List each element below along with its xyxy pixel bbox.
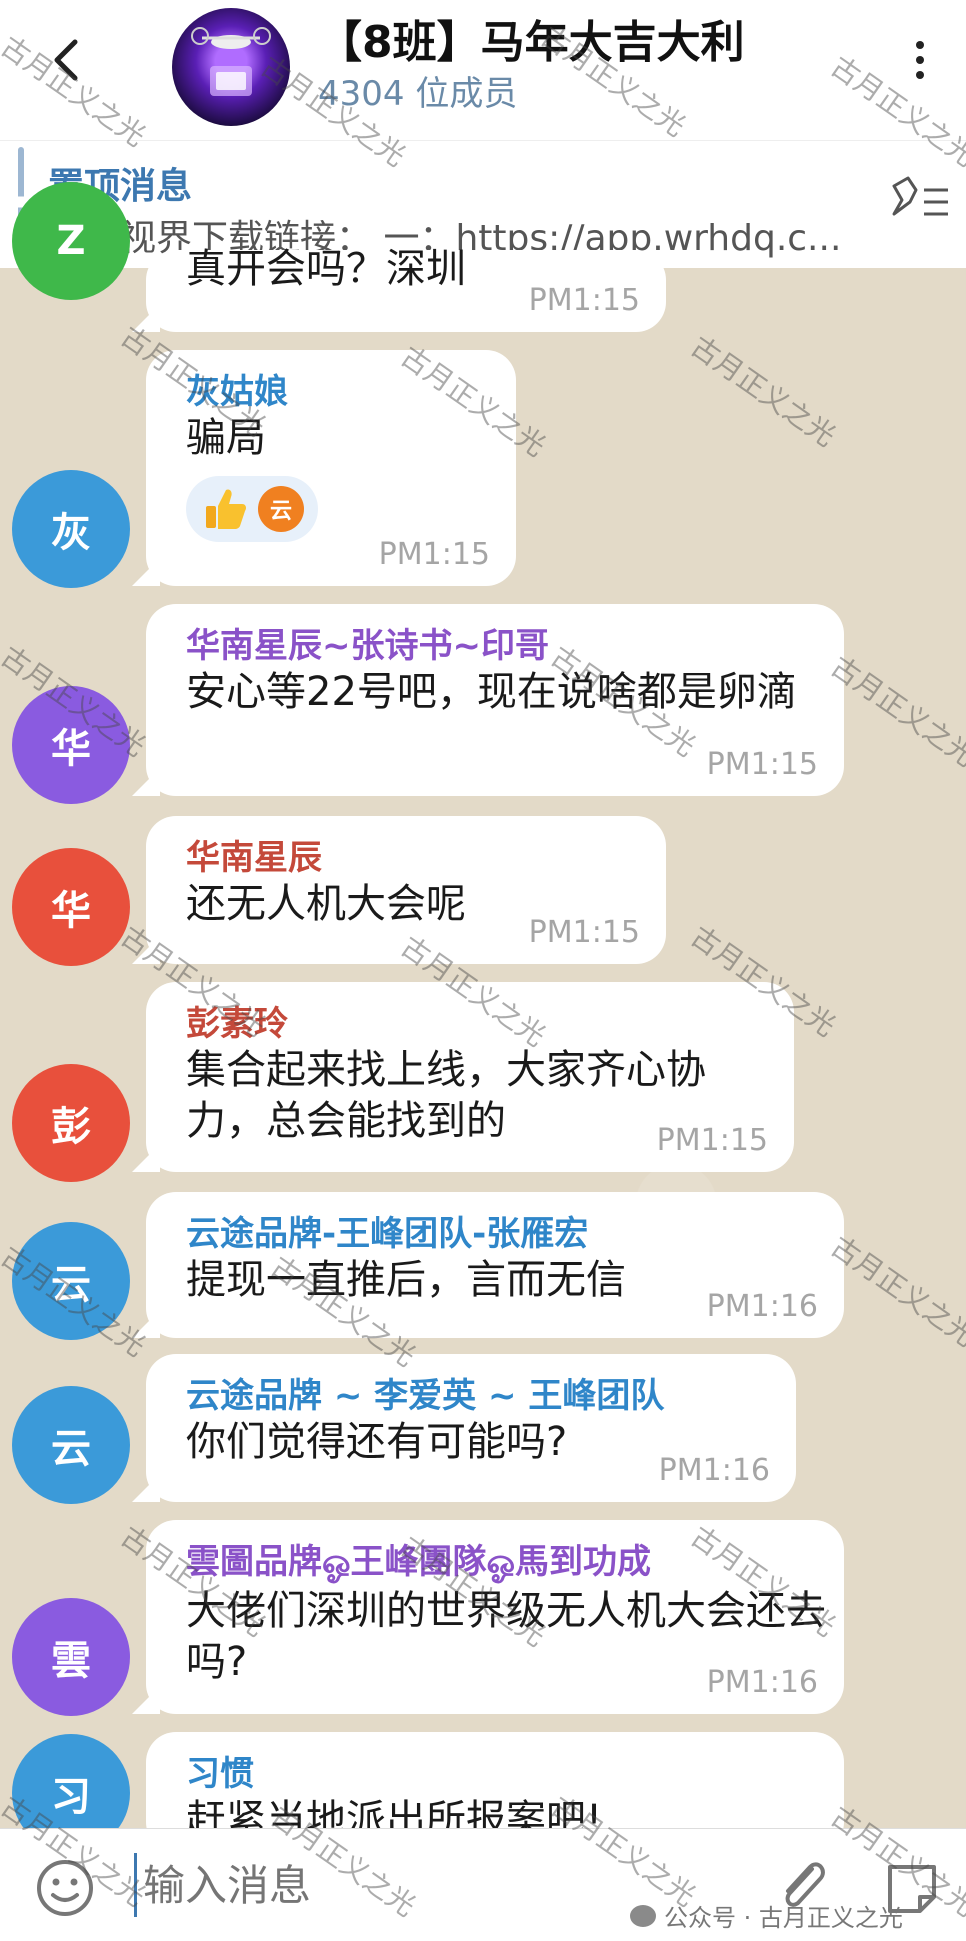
more-button[interactable] <box>900 30 940 90</box>
message-time: PM1:15 <box>706 747 818 782</box>
reaction-chip[interactable]: 云 <box>186 476 318 543</box>
sender-name[interactable]: 云途品牌-王峰团队-张雁宏 <box>186 1206 814 1255</box>
emoji-icon[interactable] <box>34 1857 96 1919</box>
avatar[interactable]: 云 <box>12 1222 130 1340</box>
pin-list-icon[interactable] <box>884 172 954 232</box>
avatar[interactable]: 云 <box>12 1386 130 1504</box>
message-time: PM1:15 <box>528 283 640 318</box>
reaction-avatar: 云 <box>258 486 304 533</box>
sender-name[interactable]: 习惯 <box>186 1746 814 1795</box>
message-bubble[interactable]: 雲圖品牌ஓ王峰團隊ஓ馬到功成 大佬们深圳的世界级无人机大会还去吗? PM1:16 <box>146 1520 844 1714</box>
message-time: PM1:16 <box>706 1665 818 1700</box>
message-input[interactable] <box>134 1853 694 1917</box>
group-avatar[interactable] <box>172 8 290 126</box>
chat-header: 【8班】马年大吉大利 4304 位成员 <box>0 0 966 140</box>
message-bubble[interactable]: 真开会吗？深圳 PM1:15 <box>146 246 666 332</box>
message-time: PM1:15 <box>378 537 490 572</box>
avatar[interactable]: 彭 <box>12 1064 130 1182</box>
message-bubble[interactable]: 云途品牌 ~ 李爱英 ~ 王峰团队 你们觉得还有可能吗? PM1:16 <box>146 1354 796 1502</box>
back-icon <box>54 39 78 81</box>
account-credit: 公众号 · 古月正义之光 <box>630 1898 903 1933</box>
message-bubble[interactable]: 华南星辰 还无人机大会呢 PM1:15 <box>146 816 666 964</box>
wechat-icon <box>630 1904 656 1927</box>
avatar[interactable]: Z <box>12 182 130 300</box>
thumbs-up-icon <box>206 489 246 530</box>
avatar[interactable]: 灰 <box>12 470 130 588</box>
message-bubble[interactable]: 灰姑娘 骗局 云 PM1:15 <box>146 350 516 586</box>
message-text: 安心等22号吧，现在说啥都是卵滴 <box>186 669 797 715</box>
avatar[interactable]: 华 <box>12 686 130 804</box>
message-bubble[interactable]: 华南星辰~张诗书~印哥 安心等22号吧，现在说啥都是卵滴 PM1:15 <box>146 604 844 796</box>
avatar[interactable]: 雲 <box>12 1598 130 1716</box>
sender-name[interactable]: 灰姑娘 <box>186 364 486 413</box>
message-time: PM1:16 <box>706 1289 818 1324</box>
message-bubble[interactable]: 云途品牌-王峰团队-张雁宏 提现一直推后，言而无信 PM1:16 <box>146 1192 844 1338</box>
sender-name[interactable]: 彭素玲 <box>186 996 764 1045</box>
sender-name[interactable]: 华南星辰~张诗书~印哥 <box>186 618 814 667</box>
avatar[interactable]: 华 <box>12 848 130 966</box>
group-title[interactable]: 【8班】马年大吉大利 <box>318 6 745 70</box>
sender-name[interactable]: 雲圖品牌ஓ王峰團隊ஓ馬到功成 <box>186 1534 814 1586</box>
more-icon <box>916 41 924 49</box>
sender-name[interactable]: 云途品牌 ~ 李爱英 ~ 王峰团队 <box>186 1368 766 1417</box>
message-time: PM1:15 <box>656 1123 768 1158</box>
message-time: PM1:15 <box>528 915 640 950</box>
message-time: PM1:16 <box>658 1453 770 1488</box>
member-count: 4304 位成员 <box>318 74 518 114</box>
message-bubble[interactable]: 彭素玲 集合起来找上线，大家齐心协力，总会能找到的 PM1:15 <box>146 982 794 1172</box>
message-text: 骗局 <box>186 415 266 461</box>
sender-name[interactable]: 华南星辰 <box>186 830 636 879</box>
back-button[interactable] <box>38 30 94 90</box>
